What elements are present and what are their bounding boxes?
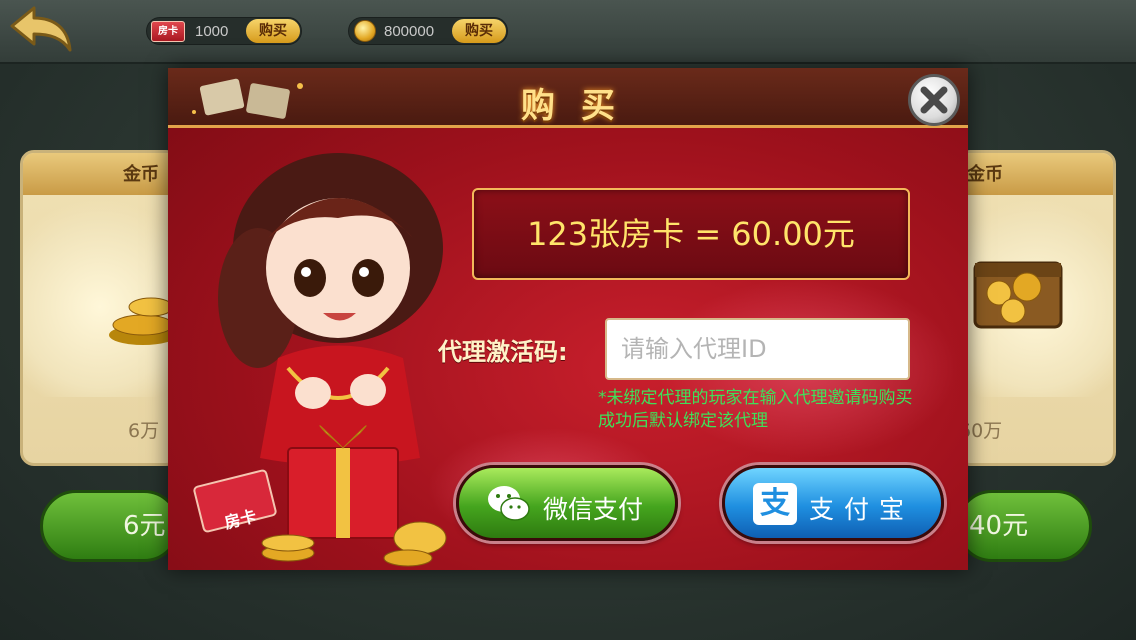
gold-balance: 800000 购买 [348,17,508,45]
room-card-balance: 房卡 1000 购买 [146,17,302,45]
treasure-chest-icon [973,261,1063,329]
close-button[interactable] [908,74,960,126]
room-card-icon: 房卡 [151,21,185,42]
shop-buy-button-right[interactable]: 40元 [956,490,1092,562]
dialog-header: 购买 [168,68,968,128]
shop-card-title: 金币 [23,153,177,195]
agent-binding-hint: *未绑定代理的玩家在输入代理邀请码购买成功后默认绑定该代理 [598,388,913,431]
shop-card-amount: 6万 [128,420,160,442]
shop-buy-button-left[interactable]: 6元 [40,490,180,562]
gold-buy-button[interactable]: 购买 [452,19,506,43]
mascot-girl-illustration [193,153,447,567]
alipay-icon: 支 [753,483,797,525]
agent-code-input[interactable] [605,318,910,380]
room-card-value: 1000 [195,23,229,40]
wechat-icon [488,486,530,521]
close-icon [920,86,948,114]
shop-card-title: 金币 [959,153,1113,195]
purchase-dialog: 购买 房卡 123张房卡 = 60.00元 代理激活码: 请输入代理ID *未绑… [168,68,968,570]
alipay-label: 支付宝 [809,495,915,524]
back-button[interactable] [6,4,76,56]
shop-card-left[interactable]: 金币 6万 [20,150,180,466]
room-card-buy-button[interactable]: 购买 [246,19,300,43]
gold-value: 800000 [384,23,435,40]
gold-coin-icon [354,20,376,42]
shop-buy-price: 40元 [969,511,1029,541]
alipay-button[interactable]: 支 支付宝 [722,465,944,541]
agent-code-label: 代理激活码: [438,338,568,366]
shop-card-right[interactable]: 金币 60万 [956,150,1116,466]
price-display: 123张房卡 = 60.00元 [472,188,910,280]
price-text: 123张房卡 = 60.00元 [527,215,855,253]
wechat-pay-button[interactable]: 微信支付 [456,465,678,541]
back-arrow-icon [10,6,72,52]
wechat-pay-label: 微信支付 [543,495,644,524]
shop-buy-price: 6元 [123,511,166,541]
top-bar: 房卡 1000 购买 800000 购买 [0,0,1136,64]
dialog-title: 购买 [521,86,641,126]
